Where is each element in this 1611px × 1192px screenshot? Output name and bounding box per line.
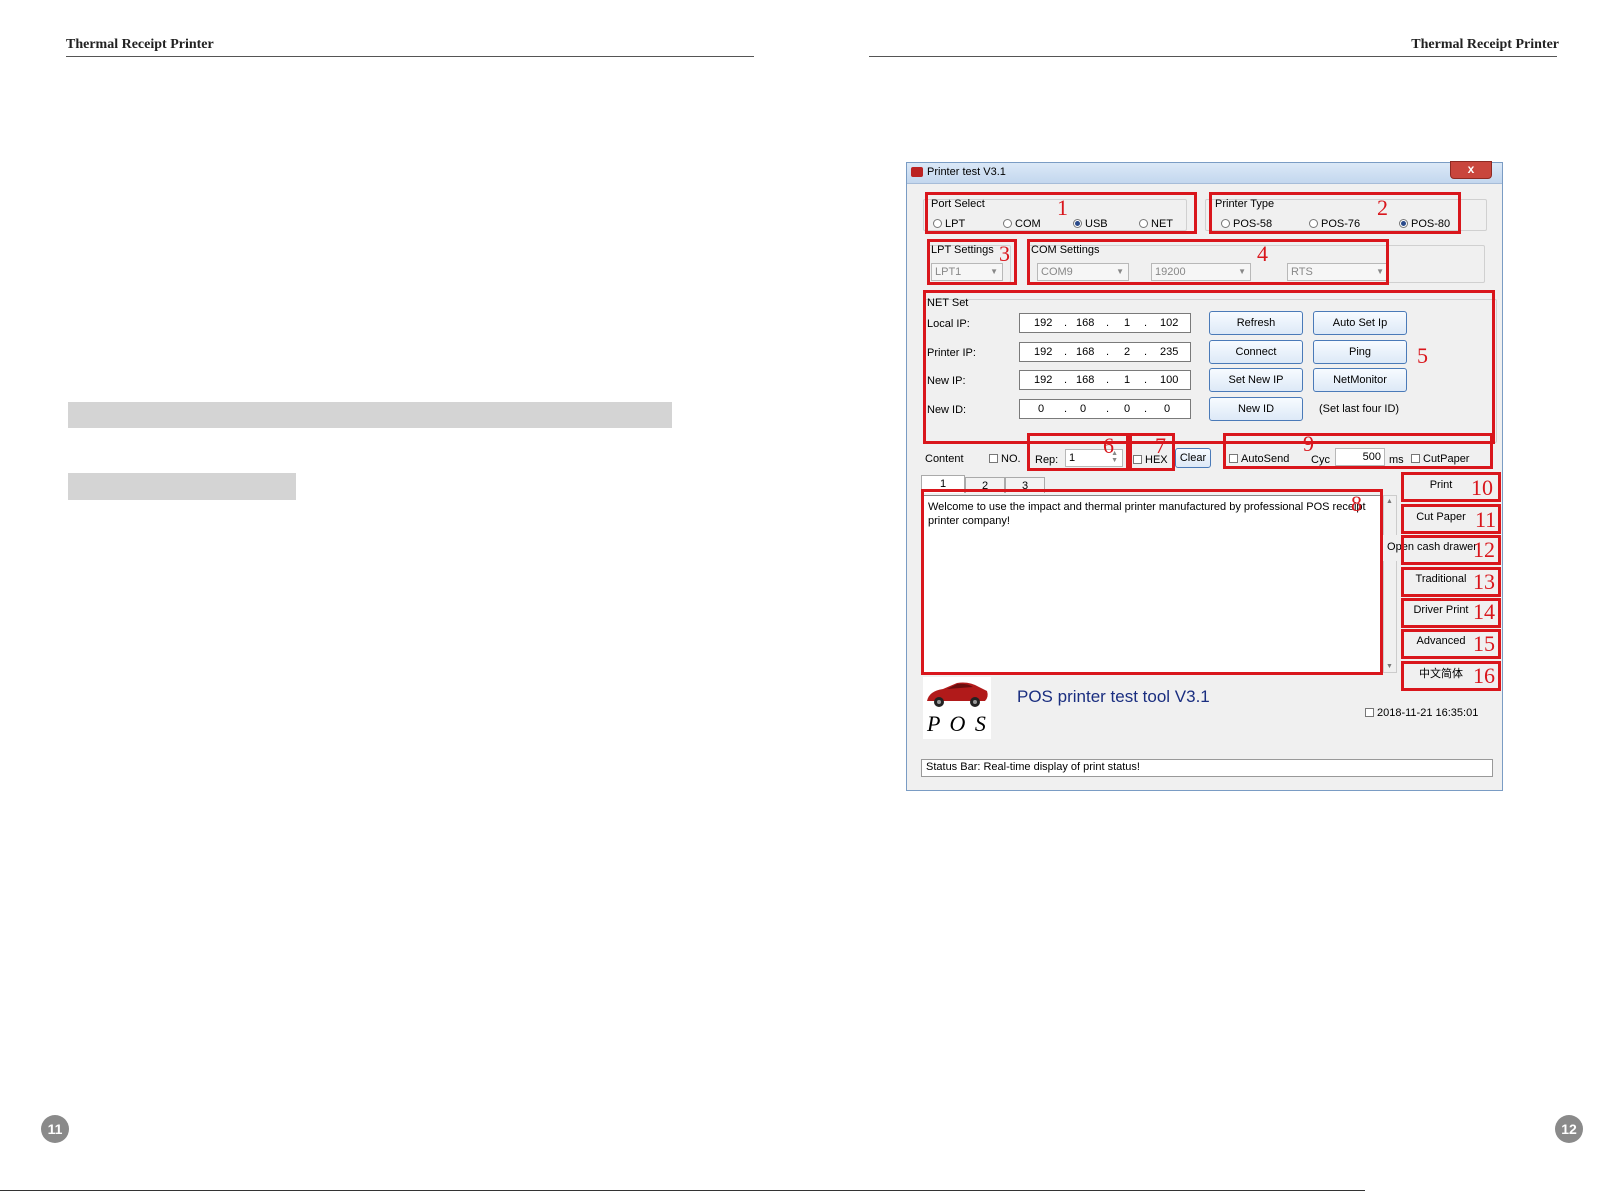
left-header-rule (66, 56, 754, 57)
callout-box-5 (923, 290, 1495, 444)
callout-box-4 (1027, 239, 1389, 285)
right-header-rule (869, 56, 1557, 57)
right-page-number: 12 (1555, 1115, 1583, 1143)
callout-number-3: 3 (999, 241, 1010, 266)
close-button[interactable]: x (1450, 161, 1492, 179)
callout-number-12: 12 (1473, 537, 1495, 562)
gray-heading-bar-1 (68, 402, 672, 428)
callout-number-2: 2 (1377, 195, 1388, 220)
callout-number-11: 11 (1475, 507, 1497, 532)
left-page-number: 11 (41, 1115, 69, 1143)
content-label: Content (925, 453, 964, 465)
bottom-rule (0, 1190, 1365, 1191)
callout-number-15: 15 (1473, 631, 1495, 656)
callout-number-16: 16 (1473, 663, 1495, 688)
left-page-header: Thermal Receipt Printer (66, 37, 214, 52)
no-checkbox[interactable]: NO. (989, 453, 1021, 465)
app-icon (911, 167, 923, 177)
scroll-up-icon[interactable]: ▲ (1386, 498, 1393, 505)
status-bar: Status Bar: Real-time display of print s… (921, 759, 1493, 777)
no-checkbox-label: NO. (1001, 453, 1021, 465)
callout-number-4: 4 (1257, 241, 1268, 266)
callout-number-14: 14 (1473, 599, 1495, 624)
callout-box-9 (1223, 433, 1493, 469)
callout-number-6: 6 (1103, 433, 1114, 458)
checkbox-icon (1365, 707, 1374, 717)
callout-number-1: 1 (1057, 195, 1068, 220)
callout-number-5: 5 (1417, 343, 1428, 368)
red-car-icon (927, 682, 988, 707)
callout-box-7 (1129, 433, 1175, 471)
datetime-value: 2018-11-21 16:35:01 (1377, 707, 1479, 719)
scroll-down-icon[interactable]: ▼ (1386, 663, 1393, 670)
datetime-checkbox[interactable]: 2018-11-21 16:35:01 (1365, 707, 1478, 719)
checkbox-icon (989, 453, 998, 463)
callout-box-8 (921, 489, 1383, 675)
clear-button[interactable]: Clear (1175, 448, 1211, 468)
callout-number-7: 7 (1155, 433, 1166, 458)
pos-logo: P O S (923, 677, 991, 739)
callout-box-2 (1209, 192, 1461, 234)
pos-logo-text: P O S (927, 711, 988, 736)
textarea-scrollbar[interactable]: ▲ ▼ (1383, 495, 1397, 673)
right-page-header: Thermal Receipt Printer (1411, 37, 1559, 52)
title-bar: Printer test V3.1 x (907, 161, 1502, 184)
window-title: Printer test V3.1 (927, 166, 1006, 178)
printer-test-window: Printer test V3.1 x Port Select LPT COM … (906, 161, 1503, 791)
tool-title: POS printer test tool V3.1 (1017, 687, 1210, 706)
callout-number-8: 8 (1351, 491, 1362, 516)
callout-number-13: 13 (1473, 569, 1495, 594)
callout-number-10: 10 (1471, 475, 1493, 500)
callout-number-9: 9 (1303, 431, 1314, 456)
gray-heading-bar-2 (68, 473, 296, 500)
